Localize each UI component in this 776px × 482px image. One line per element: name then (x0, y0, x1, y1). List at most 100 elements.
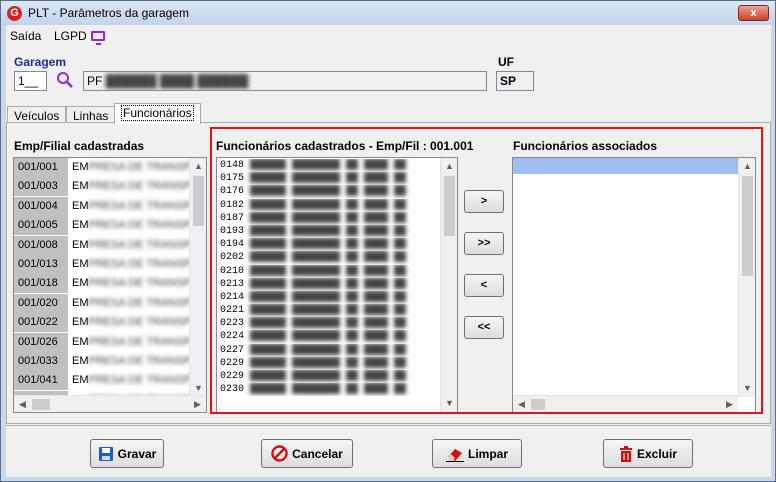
emp-filial-name-blurred: PRESA DE TRANSPORTES (88, 354, 190, 367)
garagem-label: Garagem (14, 55, 67, 69)
tab-funcionarios-label: Funcionários (121, 105, 194, 121)
emp-filial-name-blurred: PRESA DE TRANSPORTES (88, 199, 190, 212)
emp-filial-code: 001/020 (14, 293, 68, 313)
tab-strip: Veículos Linhas Funcionários (6, 103, 771, 124)
emp-hscroll-thumb[interactable] (32, 399, 50, 410)
cancelar-button[interactable]: Cancelar (261, 439, 353, 468)
uf-label: UF (498, 55, 514, 69)
emp-filial-row[interactable]: 001/004EMPRESA DE TRANSPORTES (14, 196, 189, 216)
emp-filial-code: 001/018 (14, 274, 68, 294)
emp-filial-code: 001/003 (14, 177, 68, 197)
emp-filial-row[interactable]: 001/013EMPRESA DE TRANSPORTES (14, 254, 189, 274)
emp-filial-name-blurred: PRESA DE TRANSPORTES (88, 257, 190, 270)
excluir-button[interactable]: Excluir (603, 439, 693, 468)
save-icon (98, 446, 113, 461)
tab-linhas[interactable]: Linhas (66, 106, 116, 123)
emp-filial-name-visible: EM (72, 199, 89, 212)
emp-filial-name-visible: EM (72, 374, 89, 387)
limpar-button[interactable]: Limpar (432, 439, 522, 468)
excluir-label: Excluir (636, 446, 678, 461)
gravar-button[interactable]: Gravar (90, 439, 164, 468)
emp-filial-name-visible: EM (72, 316, 89, 329)
emp-filial-name-visible: EM (72, 219, 89, 232)
app-logo-icon: G (7, 6, 22, 21)
emp-filial-name: EMPRESA DE TRANSPORTES (68, 371, 189, 390)
emp-filial-rows: 001/001EMPRESA DE TRANSPORTES001/003EMPR… (14, 158, 206, 412)
emp-filial-name-visible: EM (72, 238, 89, 251)
emp-filial-row[interactable]: 001/041EMPRESA DE TRANSPORTES (14, 371, 189, 391)
close-button[interactable]: x (738, 5, 769, 21)
cancelar-label: Cancelar (292, 446, 343, 461)
emp-filial-name-blurred: PRESA DE TRANSPORTES (88, 180, 190, 193)
emp-filial-name: EMPRESA DE TRANSPORTES (68, 216, 189, 235)
emp-filial-code: 001/013 (14, 254, 68, 274)
tab-veiculos[interactable]: Veículos (7, 106, 67, 123)
title-bar: G PLT - Parâmetros da garagem x (1, 1, 775, 25)
emp-filial-row[interactable]: 001/022EMPRESA DE TRANSPORTES (14, 313, 189, 333)
emp-filial-title: Emp/Filial cadastradas (14, 139, 145, 153)
garagem-code-field[interactable]: 1__ (14, 71, 47, 91)
emp-filial-name: EMPRESA DE TRANSPORTES (68, 177, 189, 196)
highlight-box (210, 127, 763, 414)
emp-filial-name: EMPRESA DE TRANSPORTES (68, 274, 189, 293)
emp-filial-name-visible: EM (72, 296, 89, 309)
emp-filial-name: EMPRESA DE TRANSPORTES (68, 313, 189, 332)
emp-filial-code: 001/001 (14, 158, 68, 177)
emp-filial-name-blurred: PRESA DE TRANSPORTES (88, 238, 190, 251)
emp-filial-code: 001/005 (14, 216, 68, 236)
emp-filial-row[interactable]: 001/001EMPRESA DE TRANSPORTES (14, 158, 189, 177)
search-icon[interactable] (56, 71, 74, 89)
main-window: G PLT - Parâmetros da garagem x Saída LG… (0, 0, 776, 482)
tab-funcionarios[interactable]: Funcionários (114, 103, 201, 124)
emp-filial-name-blurred: PRESA DE TRANSPORTES (88, 316, 190, 329)
limpar-label: Limpar (467, 446, 508, 461)
emp-filial-name-blurred: PRESA DE TRANSPORTES (88, 219, 190, 232)
emp-filial-code: 001/033 (14, 351, 68, 371)
emp-filial-list[interactable]: 001/001EMPRESA DE TRANSPORTES001/003EMPR… (13, 157, 207, 413)
menu-saida[interactable]: Saída (10, 29, 41, 43)
monitor-icon[interactable] (91, 31, 105, 45)
emp-filial-name-visible: EM (72, 277, 89, 290)
emp-filial-row[interactable]: 001/033EMPRESA DE TRANSPORTES (14, 351, 189, 371)
client-area: Saída LGPD Garagem 1__ PF ██████ ████ ██… (6, 25, 771, 477)
emp-filial-code: 001/041 (14, 371, 68, 391)
garagem-name-value: PF (87, 74, 103, 88)
scroll-left-icon[interactable]: ◀ (14, 396, 31, 412)
emp-filial-name-blurred: PRESA DE TRANSPORTES (88, 374, 190, 387)
emp-filial-name-blurred: PRESA DE TRANSPORTES (88, 161, 190, 173)
emp-filial-row[interactable]: 001/005EMPRESA DE TRANSPORTES (14, 216, 189, 236)
emp-filial-row[interactable]: 001/026EMPRESA DE TRANSPORTES (14, 332, 189, 352)
emp-vscroll-thumb[interactable] (193, 176, 204, 226)
uf-field: SP (496, 71, 534, 91)
emp-filial-name-visible: EM (72, 180, 89, 193)
emp-filial-name: EMPRESA DE TRANSPORTES (68, 158, 189, 177)
emp-vscrollbar[interactable]: ▲ ▼ (189, 158, 206, 397)
emp-filial-name: EMPRESA DE TRANSPORTES (68, 255, 189, 274)
garagem-name-blurred: ██████ ████ ██████ (102, 74, 249, 88)
emp-filial-name-blurred: PRESA DE TRANSPORTES (88, 277, 190, 290)
emp-filial-name: EMPRESA DE TRANSPORTES (68, 294, 189, 313)
menu-bar: Saída LGPD (6, 27, 771, 45)
emp-filial-code: 001/026 (14, 332, 68, 352)
scroll-right-icon[interactable]: ▶ (189, 396, 206, 412)
emp-filial-name-blurred: PRESA DE TRANSPORTES (88, 296, 190, 309)
emp-filial-name-blurred: PRESA DE TRANSPORTES (88, 335, 190, 348)
emp-filial-row[interactable]: 001/020EMPRESA DE TRANSPORTES (14, 293, 189, 313)
emp-filial-name-visible: EM (72, 161, 89, 173)
emp-filial-code: 001/022 (14, 313, 68, 333)
trash-icon (619, 445, 632, 462)
emp-filial-name: EMPRESA DE TRANSPORTES (68, 352, 189, 371)
emp-filial-row[interactable]: 001/018EMPRESA DE TRANSPORTES (14, 274, 189, 294)
emp-filial-row[interactable]: 001/008EMPRESA DE TRANSPORTES (14, 235, 189, 255)
window-title: PLT - Parâmetros da garagem (28, 6, 189, 20)
emp-filial-name-visible: EM (72, 335, 89, 348)
emp-filial-name: EMPRESA DE TRANSPORTES (68, 197, 189, 216)
button-bar: Gravar Cancelar Limpar Excluir (6, 425, 771, 477)
emp-filial-name: EMPRESA DE TRANSPORTES (68, 333, 189, 352)
emp-filial-name-visible: EM (72, 354, 89, 367)
scroll-up-icon[interactable]: ▲ (190, 158, 206, 175)
emp-hscrollbar[interactable]: ◀ ▶ (14, 395, 206, 412)
menu-lgpd[interactable]: LGPD (54, 29, 87, 43)
emp-filial-row[interactable]: 001/003EMPRESA DE TRANSPORTES (14, 177, 189, 197)
emp-filial-name: EMPRESA DE TRANSPORTES (68, 236, 189, 255)
